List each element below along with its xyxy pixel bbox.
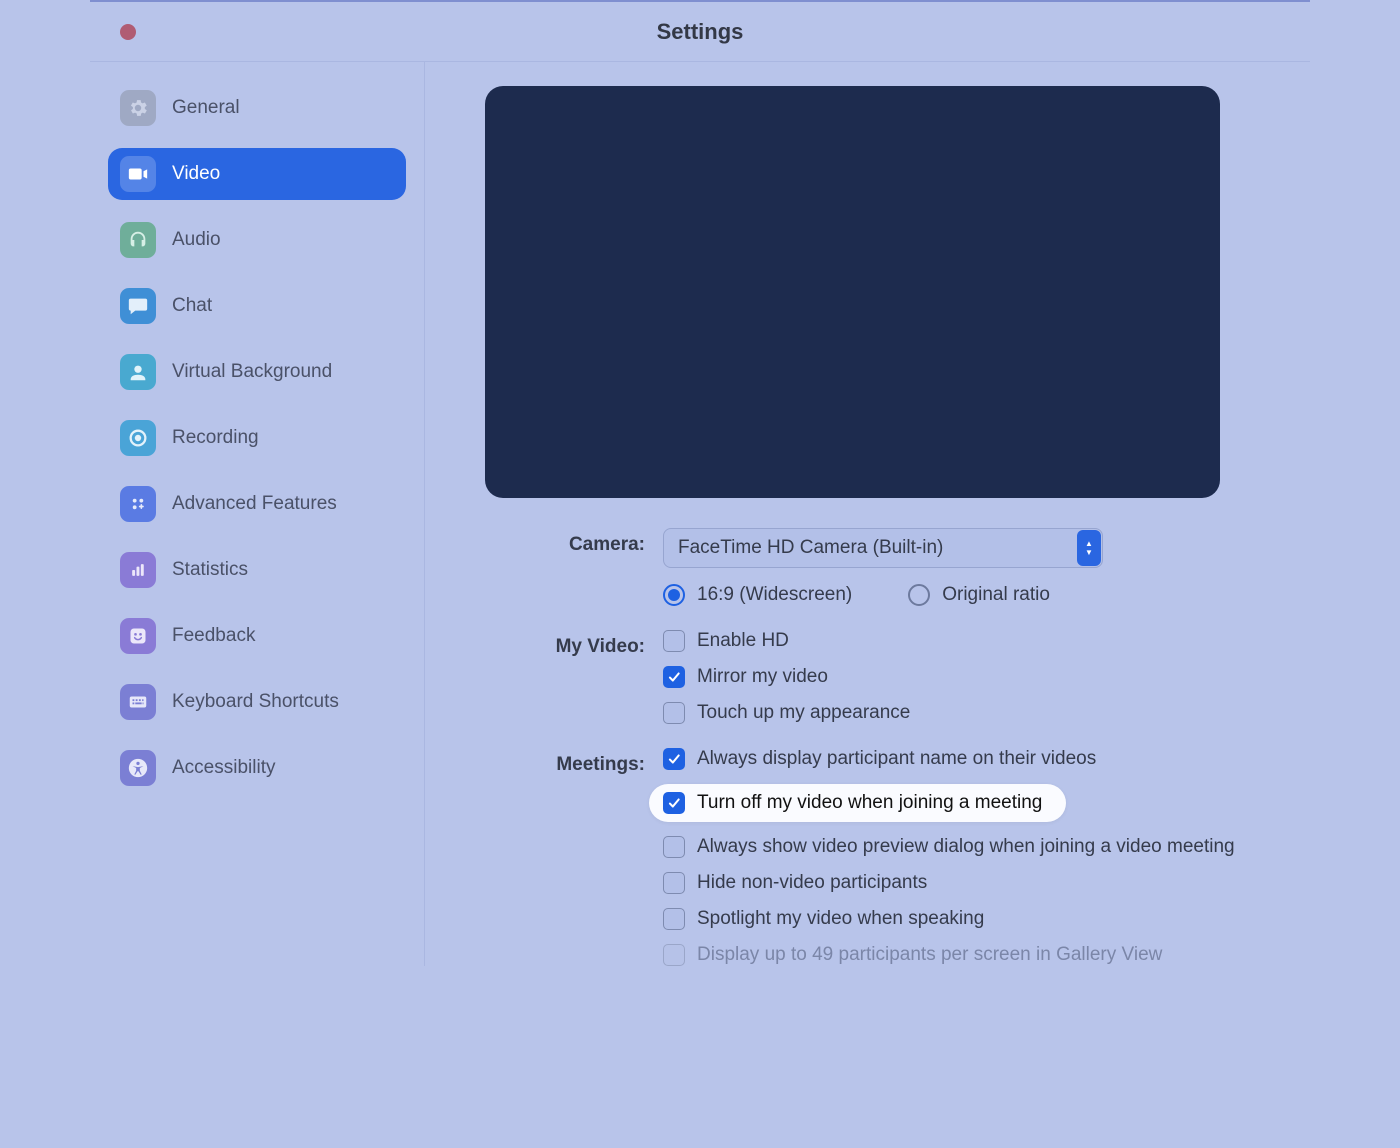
sidebar-item-audio[interactable]: Audio [108, 214, 406, 266]
video-settings-form: Camera: FaceTime HD Camera (Built-in) ▲▼… [485, 528, 1270, 966]
camera-select[interactable]: FaceTime HD Camera (Built-in) ▲▼ [663, 528, 1103, 568]
window-title: Settings [657, 19, 744, 45]
checkbox-icon [663, 630, 685, 652]
always-preview-option[interactable]: Always show video preview dialog when jo… [663, 836, 1270, 858]
hide-non-video-option[interactable]: Hide non-video participants [663, 872, 1270, 894]
sidebar-item-label: Statistics [172, 559, 248, 581]
statistics-icon [120, 552, 156, 588]
meetings-label: Meetings: [485, 748, 645, 776]
my-video-label: My Video: [485, 630, 645, 658]
sidebar-item-label: Audio [172, 229, 221, 251]
sidebar-item-statistics[interactable]: Statistics [108, 544, 406, 596]
sidebar-item-virtual-background[interactable]: Virtual Background [108, 346, 406, 398]
sidebar-item-video[interactable]: Video [108, 148, 406, 200]
turn-off-video-label: Turn off my video when joining a meeting [697, 792, 1042, 814]
spotlight-option[interactable]: Spotlight my video when speaking [663, 908, 1270, 930]
gallery-49-label: Display up to 49 participants per screen… [697, 944, 1162, 966]
settings-window: Settings General Video Audio [90, 0, 1310, 966]
touch-up-label: Touch up my appearance [697, 702, 910, 724]
mirror-video-label: Mirror my video [697, 666, 828, 688]
sidebar-item-label: Chat [172, 295, 212, 317]
accessibility-icon [120, 750, 156, 786]
hide-non-video-label: Hide non-video participants [697, 872, 927, 894]
radio-icon [663, 584, 685, 606]
checkbox-icon [663, 702, 685, 724]
spotlight-label: Spotlight my video when speaking [697, 908, 984, 930]
sidebar-item-label: Accessibility [172, 757, 275, 779]
sidebar-item-recording[interactable]: Recording [108, 412, 406, 464]
sidebar-item-label: Recording [172, 427, 259, 449]
video-preview [485, 86, 1220, 498]
sidebar-item-general[interactable]: General [108, 82, 406, 134]
touch-up-option[interactable]: Touch up my appearance [663, 702, 1270, 724]
sidebar-item-label: Keyboard Shortcuts [172, 691, 339, 713]
enable-hd-label: Enable HD [697, 630, 789, 652]
aspect-ratio-group: 16:9 (Widescreen) Original ratio [663, 584, 1270, 606]
titlebar: Settings [90, 2, 1310, 62]
video-icon [120, 156, 156, 192]
keyboard-icon [120, 684, 156, 720]
sidebar-item-accessibility[interactable]: Accessibility [108, 742, 406, 794]
checkbox-icon [663, 748, 685, 770]
always-display-name-label: Always display participant name on their… [697, 748, 1096, 770]
aspect-original-option[interactable]: Original ratio [908, 584, 1050, 606]
always-display-name-option[interactable]: Always display participant name on their… [663, 748, 1270, 770]
smile-icon [120, 618, 156, 654]
sidebar-item-label: Advanced Features [172, 493, 337, 515]
sidebar-item-label: Virtual Background [172, 361, 332, 383]
record-icon [120, 420, 156, 456]
sidebar-item-label: Feedback [172, 625, 255, 647]
content-area: General Video Audio Chat [90, 62, 1310, 966]
aspect-widescreen-label: 16:9 (Widescreen) [697, 584, 852, 606]
always-preview-label: Always show video preview dialog when jo… [697, 836, 1235, 858]
checkbox-icon [663, 908, 685, 930]
stepper-icon: ▲▼ [1077, 530, 1101, 566]
aspect-widescreen-option[interactable]: 16:9 (Widescreen) [663, 584, 852, 606]
plus-icon [120, 486, 156, 522]
checkbox-icon [663, 666, 685, 688]
camera-label: Camera: [485, 528, 645, 556]
camera-select-value: FaceTime HD Camera (Built-in) [678, 537, 943, 559]
aspect-original-label: Original ratio [942, 584, 1050, 606]
checkbox-icon [663, 792, 685, 814]
sidebar-item-feedback[interactable]: Feedback [108, 610, 406, 662]
radio-icon [908, 584, 930, 606]
checkbox-icon [663, 836, 685, 858]
sidebar: General Video Audio Chat [90, 62, 425, 966]
checkbox-icon [663, 872, 685, 894]
headphone-icon [120, 222, 156, 258]
window-close-button[interactable] [120, 24, 136, 40]
gallery-49-option: Display up to 49 participants per screen… [663, 944, 1270, 966]
gear-icon [120, 90, 156, 126]
sidebar-item-label: Video [172, 163, 220, 185]
sidebar-item-advanced-features[interactable]: Advanced Features [108, 478, 406, 530]
chat-icon [120, 288, 156, 324]
person-icon [120, 354, 156, 390]
mirror-video-option[interactable]: Mirror my video [663, 666, 1270, 688]
sidebar-item-chat[interactable]: Chat [108, 280, 406, 332]
sidebar-item-keyboard-shortcuts[interactable]: Keyboard Shortcuts [108, 676, 406, 728]
turn-off-video-highlight: Turn off my video when joining a meeting [649, 784, 1066, 822]
main-panel: Camera: FaceTime HD Camera (Built-in) ▲▼… [425, 62, 1310, 966]
enable-hd-option[interactable]: Enable HD [663, 630, 1270, 652]
checkbox-icon [663, 944, 685, 966]
turn-off-video-option[interactable]: Turn off my video when joining a meeting [663, 792, 1042, 814]
sidebar-item-label: General [172, 97, 240, 119]
